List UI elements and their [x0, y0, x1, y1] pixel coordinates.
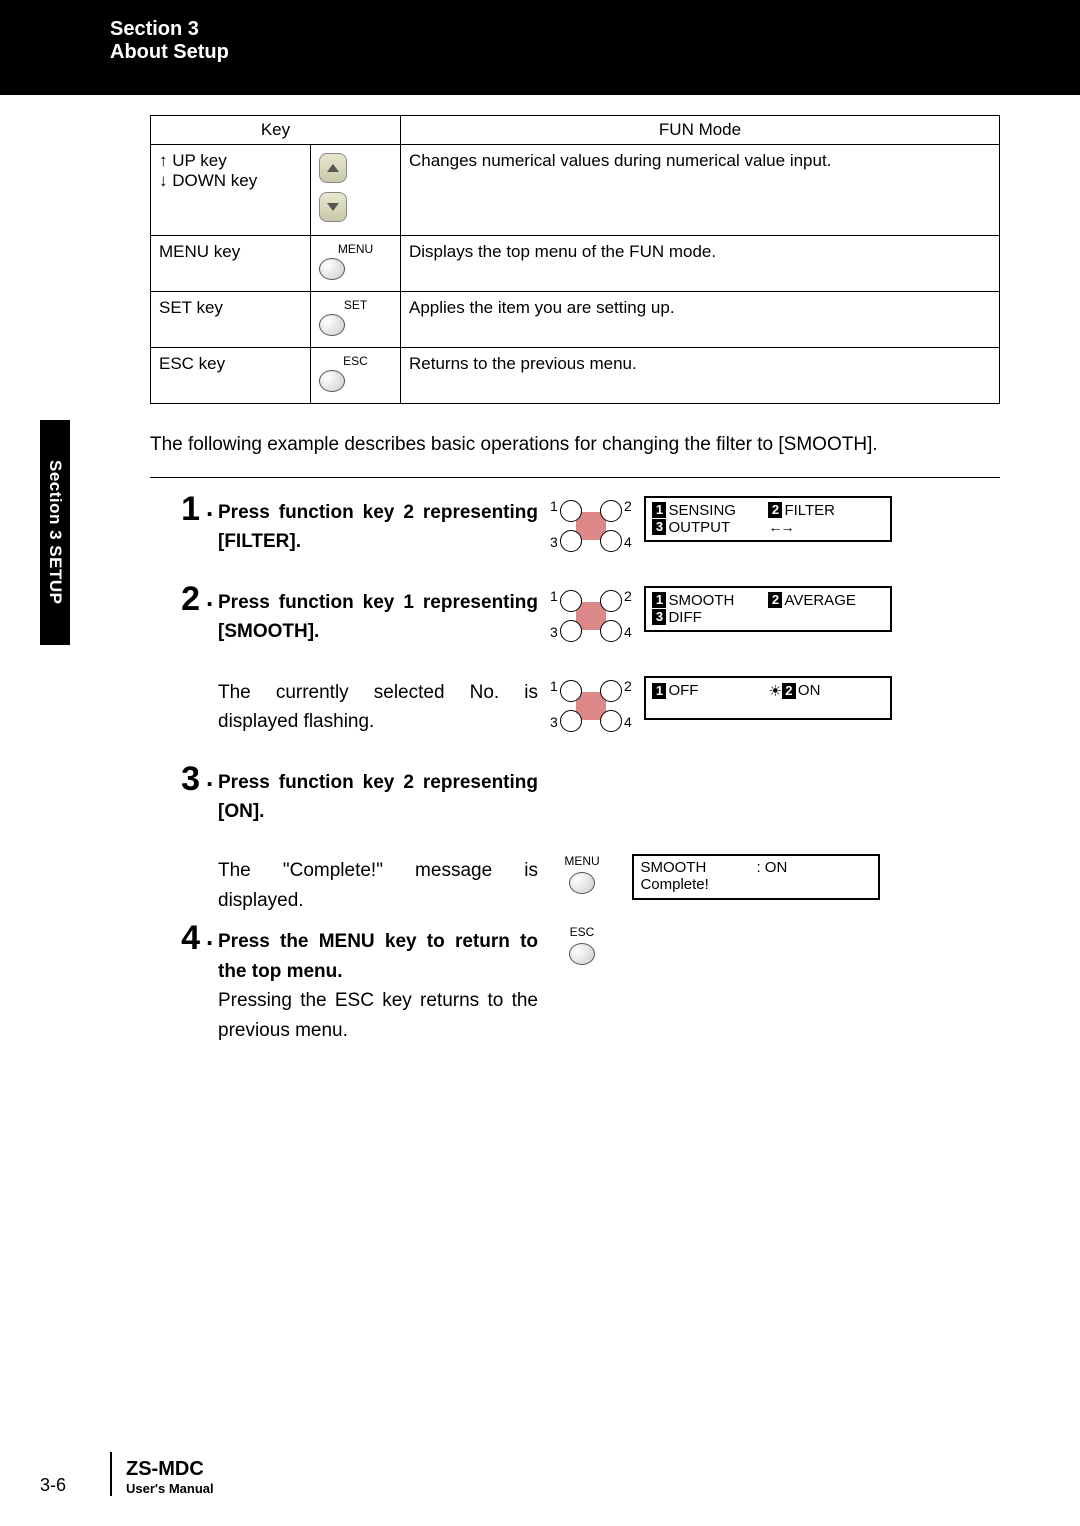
menu-esc-icons: ESC [554, 925, 610, 980]
footer-text: ZS-MDC User's Manual [126, 1458, 214, 1496]
lcd-display: 1SMOOTH 2AVERAGE 3DIFF [644, 586, 892, 632]
lcd-display: 1SENSING 2FILTER 3OUTPUT ←→ [644, 496, 892, 542]
step-4-note: The "Complete!" message is displayed. ME… [150, 850, 1000, 915]
step-4: 4 . Press the MENU key to return to the … [150, 921, 1000, 1045]
set-label: SET [319, 298, 392, 312]
separator [150, 477, 1000, 478]
steps-block: 1 . Press function key 2 representing [F… [150, 492, 1000, 1046]
key-name-cell: ↑ UP key ↓ DOWN key [151, 145, 311, 236]
step-dot: . [206, 492, 218, 558]
key-name-up: ↑ UP key [159, 151, 227, 170]
lcd-display: 1OFF ☀2ON [644, 676, 892, 720]
up-key-icon [319, 153, 347, 183]
step-illustration: 1 2 3 4 1OFF ☀2ON [538, 672, 908, 738]
step-illustration: 1 2 3 4 1SMOOTH 2AVERAGE 3DIFF [538, 582, 908, 648]
flash-icon: ☀ [768, 682, 779, 700]
key-icon-cell: SET [311, 292, 401, 348]
step-number: 4 [150, 921, 206, 1045]
footer-divider [110, 1452, 112, 1496]
step-3: 3 . Press function key 2 representing [O… [150, 762, 1000, 827]
page-content: Key FUN Mode ↑ UP key ↓ DOWN key Changes… [0, 95, 1080, 1089]
page-footer: 3-6 ZS-MDC User's Manual [0, 1452, 1080, 1496]
step-dot: . [206, 582, 218, 648]
table-row: SET key SET Applies the item you are set… [151, 292, 1000, 348]
key-name-down: ↓ DOWN key [159, 171, 257, 190]
esc-key-icon [319, 370, 345, 392]
step-text: Press function key 1 representing [SMOOT… [218, 582, 538, 648]
table-row: ESC key ESC Returns to the previous menu… [151, 348, 1000, 404]
manual-label: User's Manual [126, 1481, 214, 1496]
menu-key-icon [319, 258, 345, 280]
menu-esc-icons: MENU [554, 854, 610, 909]
header-section: Section 3 [110, 18, 1055, 41]
key-name-cell: SET key [151, 292, 311, 348]
dpad-icon: 1 2 3 4 [554, 496, 628, 558]
esc-label: ESC [319, 354, 392, 368]
table-row: ↑ UP key ↓ DOWN key Changes numerical va… [151, 145, 1000, 236]
lcd-display: SMOOTH : ON Complete! [632, 854, 880, 900]
step-number: 1 [150, 492, 206, 558]
step-dot: . [206, 762, 218, 827]
menu-label: MENU [554, 854, 610, 868]
step-text: Press the MENU key to return to the top … [218, 921, 538, 1045]
step-illustration: 1 2 3 4 1SENSING 2FILTER 3OUTPUT ←→ [538, 492, 908, 558]
page-header: Section 3 About Setup [0, 0, 1080, 95]
step-number: 3 [150, 762, 206, 827]
intro-paragraph: The following example describes basic op… [150, 432, 1000, 459]
esc-label: ESC [554, 925, 610, 939]
step-text: The currently selected No. is displayed … [218, 672, 538, 738]
step-2: 2 . Press function key 1 representing [S… [150, 582, 1000, 648]
step-text: The "Complete!" message is displayed. [218, 850, 538, 915]
key-name-cell: ESC key [151, 348, 311, 404]
step-1: 1 . Press function key 2 representing [F… [150, 492, 1000, 558]
down-key-icon [319, 192, 347, 222]
step-dot: . [206, 921, 218, 1045]
dpad-icon: 1 2 3 4 [554, 676, 628, 738]
th-key: Key [151, 116, 401, 145]
menu-label: MENU [319, 242, 392, 256]
header-title: About Setup [110, 41, 1055, 64]
step-text: Press function key 2 representing [ON]. [218, 762, 538, 827]
key-desc: Displays the top menu of the FUN mode. [401, 236, 1000, 292]
side-tab: Section 3 SETUP [40, 420, 70, 645]
step-2-note: The currently selected No. is displayed … [150, 672, 1000, 738]
key-desc: Applies the item you are setting up. [401, 292, 1000, 348]
step-illustration: ESC [538, 921, 908, 1045]
page-number: 3-6 [40, 1475, 110, 1496]
set-key-icon [319, 314, 345, 336]
key-desc: Changes numerical values during numerica… [401, 145, 1000, 236]
key-icon-cell [311, 145, 401, 236]
key-icon-cell: MENU [311, 236, 401, 292]
table-row: MENU key MENU Displays the top menu of t… [151, 236, 1000, 292]
esc-key-icon [569, 943, 595, 965]
key-name-cell: MENU key [151, 236, 311, 292]
menu-key-icon [569, 872, 595, 894]
product-name: ZS-MDC [126, 1458, 214, 1481]
th-mode: FUN Mode [401, 116, 1000, 145]
dpad-icon: 1 2 3 4 [554, 586, 628, 648]
key-desc: Returns to the previous menu. [401, 348, 1000, 404]
key-icon-cell: ESC [311, 348, 401, 404]
step-illustration: MENU SMOOTH : ON Complete! [538, 850, 908, 915]
step-number: 2 [150, 582, 206, 648]
key-table: Key FUN Mode ↑ UP key ↓ DOWN key Changes… [150, 115, 1000, 404]
step-text: Press function key 2 representing [FILTE… [218, 492, 538, 558]
